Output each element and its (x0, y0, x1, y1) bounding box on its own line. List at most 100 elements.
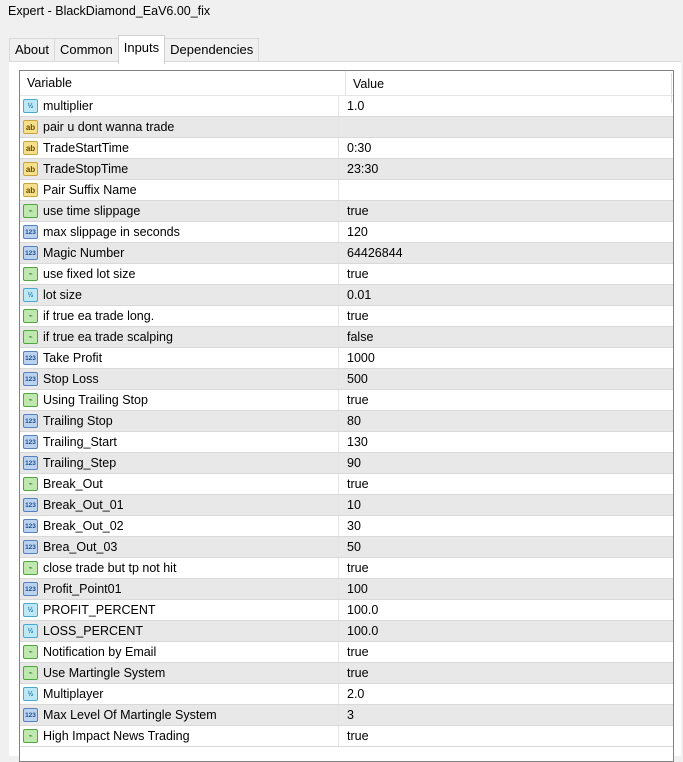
scrollbar[interactable] (671, 73, 672, 103)
value-cell[interactable]: 1000 (339, 348, 673, 368)
table-row[interactable]: ⌁ Break_Out true (20, 474, 673, 495)
table-row[interactable]: ½ LOSS_PERCENT 100.0 (20, 621, 673, 642)
variable-cell: 123 Max Level Of Martingle System (20, 705, 339, 725)
value-cell[interactable]: 130 (339, 432, 673, 452)
int-type-icon: 123 (23, 456, 38, 470)
variable-name: Trailing_Start (43, 435, 117, 449)
value-cell[interactable]: true (339, 642, 673, 662)
value-cell[interactable]: true (339, 264, 673, 284)
value-cell[interactable]: 0:30 (339, 138, 673, 158)
variable-cell: ⌁ close trade but tp not hit (20, 558, 339, 578)
value-cell[interactable]: 100.0 (339, 621, 673, 641)
variable-cell: 123 Magic Number (20, 243, 339, 263)
table-row[interactable]: ab pair u dont wanna trade (20, 117, 673, 138)
table-row[interactable]: 123 Max Level Of Martingle System 3 (20, 705, 673, 726)
value-cell[interactable]: 80 (339, 411, 673, 431)
table-row[interactable]: 123 Trailing Stop 80 (20, 411, 673, 432)
value-cell[interactable]: 90 (339, 453, 673, 473)
variable-cell: ab TradeStopTime (20, 159, 339, 179)
table-row[interactable]: ab TradeStopTime 23:30 (20, 159, 673, 180)
value-cell[interactable]: true (339, 726, 673, 746)
variable-name: Stop Loss (43, 372, 99, 386)
table-row[interactable]: ⌁ Using Trailing Stop true (20, 390, 673, 411)
value-cell[interactable]: 23:30 (339, 159, 673, 179)
table-row[interactable]: ⌁ if true ea trade long. true (20, 306, 673, 327)
value-cell[interactable]: 120 (339, 222, 673, 242)
double-type-icon: ½ (23, 687, 38, 701)
value-cell[interactable]: 1.0 (339, 96, 673, 116)
variable-name: lot size (43, 288, 82, 302)
bool-type-icon: ⌁ (23, 561, 38, 575)
variable-name: LOSS_PERCENT (43, 624, 144, 638)
variable-name: Multiplayer (43, 687, 104, 701)
int-type-icon: 123 (23, 540, 38, 554)
table-row[interactable]: ⌁ Notification by Email true (20, 642, 673, 663)
value-cell[interactable]: false (339, 327, 673, 347)
value-cell[interactable]: 50 (339, 537, 673, 557)
table-row[interactable]: 123 Break_Out_02 30 (20, 516, 673, 537)
table-row[interactable]: ⌁ use time slippage true (20, 201, 673, 222)
value-cell[interactable]: 64426844 (339, 243, 673, 263)
tab-about[interactable]: About (9, 38, 55, 62)
table-row[interactable]: ½ lot size 0.01 (20, 285, 673, 306)
string-type-icon: ab (23, 162, 38, 176)
value-cell[interactable] (339, 180, 673, 200)
tab-common[interactable]: Common (53, 38, 119, 62)
value-cell[interactable]: 500 (339, 369, 673, 389)
value-cell[interactable]: 3 (339, 705, 673, 725)
table-row[interactable]: 123 Stop Loss 500 (20, 369, 673, 390)
value-cell[interactable]: true (339, 474, 673, 494)
tab-dependencies[interactable]: Dependencies (164, 38, 260, 62)
table-row[interactable]: 123 Trailing_Start 130 (20, 432, 673, 453)
string-type-icon: ab (23, 120, 38, 134)
value-cell[interactable]: 100.0 (339, 600, 673, 620)
tab-inputs[interactable]: Inputs (117, 35, 166, 64)
value-cell[interactable]: true (339, 201, 673, 221)
column-header-value[interactable]: Value (346, 71, 673, 95)
table-row[interactable]: ⌁ High Impact News Trading true (20, 726, 673, 747)
table-row[interactable]: 123 Magic Number 64426844 (20, 243, 673, 264)
value-cell[interactable]: true (339, 390, 673, 410)
value-cell[interactable]: 30 (339, 516, 673, 536)
table-row[interactable]: 123 Trailing_Step 90 (20, 453, 673, 474)
variable-cell: 123 max slippage in seconds (20, 222, 339, 242)
variable-name: Break_Out_02 (43, 519, 124, 533)
table-row[interactable]: ⌁ use fixed lot size true (20, 264, 673, 285)
int-type-icon: 123 (23, 351, 38, 365)
variable-cell: 123 Break_Out_01 (20, 495, 339, 515)
variable-name: Trailing Stop (43, 414, 113, 428)
variable-name: Max Level Of Martingle System (43, 708, 217, 722)
double-type-icon: ½ (23, 99, 38, 113)
table-row[interactable]: ab TradeStartTime 0:30 (20, 138, 673, 159)
table-row[interactable]: 123 Take Profit 1000 (20, 348, 673, 369)
table-row[interactable]: ⌁ close trade but tp not hit true (20, 558, 673, 579)
table-row[interactable]: ½ PROFIT_PERCENT 100.0 (20, 600, 673, 621)
value-cell[interactable]: 2.0 (339, 684, 673, 704)
variable-cell: 123 Take Profit (20, 348, 339, 368)
table-row[interactable]: ½ Multiplayer 2.0 (20, 684, 673, 705)
bool-type-icon: ⌁ (23, 330, 38, 344)
bool-type-icon: ⌁ (23, 309, 38, 323)
value-cell[interactable]: true (339, 558, 673, 578)
table-row[interactable]: ⌁ Use Martingle System true (20, 663, 673, 684)
value-cell[interactable]: 0.01 (339, 285, 673, 305)
table-row[interactable]: 123 Break_Out_01 10 (20, 495, 673, 516)
table-row[interactable]: 123 Profit_Point01 100 (20, 579, 673, 600)
table-header: Variable Value (20, 71, 673, 96)
variable-cell: ⌁ if true ea trade scalping (20, 327, 339, 347)
variable-cell: ⌁ Break_Out (20, 474, 339, 494)
value-cell[interactable]: true (339, 663, 673, 683)
inputs-table: Variable Value ½ multiplier 1.0 ab pair u do… (19, 70, 674, 762)
value-cell[interactable] (339, 117, 673, 137)
table-row[interactable]: ½ multiplier 1.0 (20, 96, 673, 117)
value-cell[interactable]: 100 (339, 579, 673, 599)
int-type-icon: 123 (23, 498, 38, 512)
table-row[interactable]: ab Pair Suffix Name (20, 180, 673, 201)
variable-name: pair u dont wanna trade (43, 120, 175, 134)
value-cell[interactable]: 10 (339, 495, 673, 515)
table-row[interactable]: 123 Brea_Out_03 50 (20, 537, 673, 558)
table-row[interactable]: 123 max slippage in seconds 120 (20, 222, 673, 243)
table-row[interactable]: ⌁ if true ea trade scalping false (20, 327, 673, 348)
column-header-variable[interactable]: Variable (20, 71, 346, 95)
value-cell[interactable]: true (339, 306, 673, 326)
